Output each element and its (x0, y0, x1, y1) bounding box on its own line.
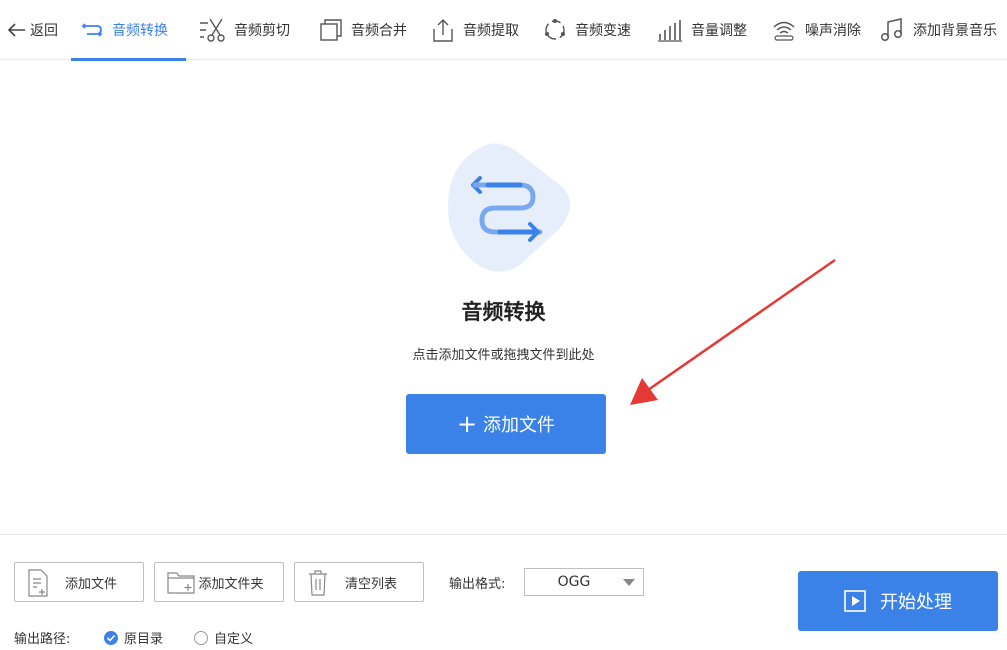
start-process-label: 开始处理 (880, 592, 952, 613)
chevron-down-icon (623, 578, 635, 586)
add-file-main-button[interactable]: + 添加文件 (406, 394, 606, 454)
tab-label: 音频剪切 (234, 23, 290, 39)
clear-list-label: 清空列表 (344, 576, 397, 592)
back-label: 返回 (30, 23, 58, 39)
music-note-icon (879, 17, 905, 43)
convert-arrows-icon (80, 18, 104, 42)
output-path-label: 输出路径: (14, 632, 71, 647)
tab-label: 音频提取 (463, 23, 519, 39)
tab-label: 音量调整 (691, 23, 747, 39)
radio-label: 自定义 (214, 632, 254, 647)
page-title: 音频转换 (461, 300, 546, 324)
arrow-left-icon (8, 23, 26, 37)
tab-audio-extract[interactable]: 音频提取 (431, 0, 519, 60)
tab-volume-adjust[interactable]: 音量调整 (657, 0, 747, 60)
tab-label: 音频变速 (575, 23, 631, 39)
speed-circle-icon (543, 18, 567, 42)
merge-squares-icon (319, 18, 343, 42)
volume-bars-icon (657, 18, 683, 42)
drop-hint: 点击添加文件或拖拽文件到此处 (412, 348, 595, 363)
tab-audio-convert[interactable]: 音频转换 (71, 0, 186, 61)
red-pointer-arrow (630, 258, 836, 405)
tab-label: 添加背景音乐 (913, 23, 997, 39)
bottom-panel: 添加文件 添加文件夹 清空列表 输出格式: OGG 输出路径: 原目录 自定义 … (0, 534, 1007, 650)
add-folder-button[interactable]: 添加文件夹 (154, 562, 284, 602)
add-file-label: 添加文件 (64, 576, 117, 592)
radio-checked-icon (104, 630, 118, 645)
output-format-select[interactable]: OGG (524, 568, 644, 596)
add-file-button[interactable]: 添加文件 (14, 562, 144, 602)
radio-original-dir[interactable]: 原目录 (104, 628, 163, 647)
convert-hero-icon (440, 140, 575, 275)
start-process-button[interactable]: 开始处理 (798, 571, 998, 631)
clear-list-button[interactable]: 清空列表 (294, 562, 424, 602)
tab-audio-speed[interactable]: 音频变速 (543, 0, 631, 60)
add-folder-label: 添加文件夹 (198, 576, 264, 592)
noise-wave-icon (771, 18, 797, 42)
output-format-value: OGG (557, 574, 591, 590)
tab-add-bgm[interactable]: 添加背景音乐 (879, 0, 997, 60)
back-button[interactable]: 返回 (8, 0, 58, 60)
upload-tray-icon (431, 17, 455, 43)
output-format-label: 输出格式: (449, 577, 506, 592)
radio-custom-dir[interactable]: 自定义 (194, 628, 253, 647)
plus-icon: + (456, 410, 478, 438)
radio-label: 原目录 (124, 632, 164, 647)
tab-audio-cut[interactable]: 音频剪切 (198, 0, 290, 60)
play-icon (844, 590, 866, 612)
tab-label: 音频转换 (112, 23, 168, 39)
tab-label: 音频合并 (351, 23, 407, 39)
scissors-icon (198, 17, 226, 43)
radio-unchecked-icon (194, 630, 208, 645)
top-toolbar: 返回 音频转换 音频剪切 音频合并 音频提取 音频变速 音量调整 噪声消除 添加… (0, 0, 1007, 61)
tab-label: 噪声消除 (805, 23, 861, 39)
tab-noise-removal[interactable]: 噪声消除 (771, 0, 861, 60)
add-file-main-label: 添加文件 (483, 415, 556, 436)
tab-audio-merge[interactable]: 音频合并 (319, 0, 407, 60)
